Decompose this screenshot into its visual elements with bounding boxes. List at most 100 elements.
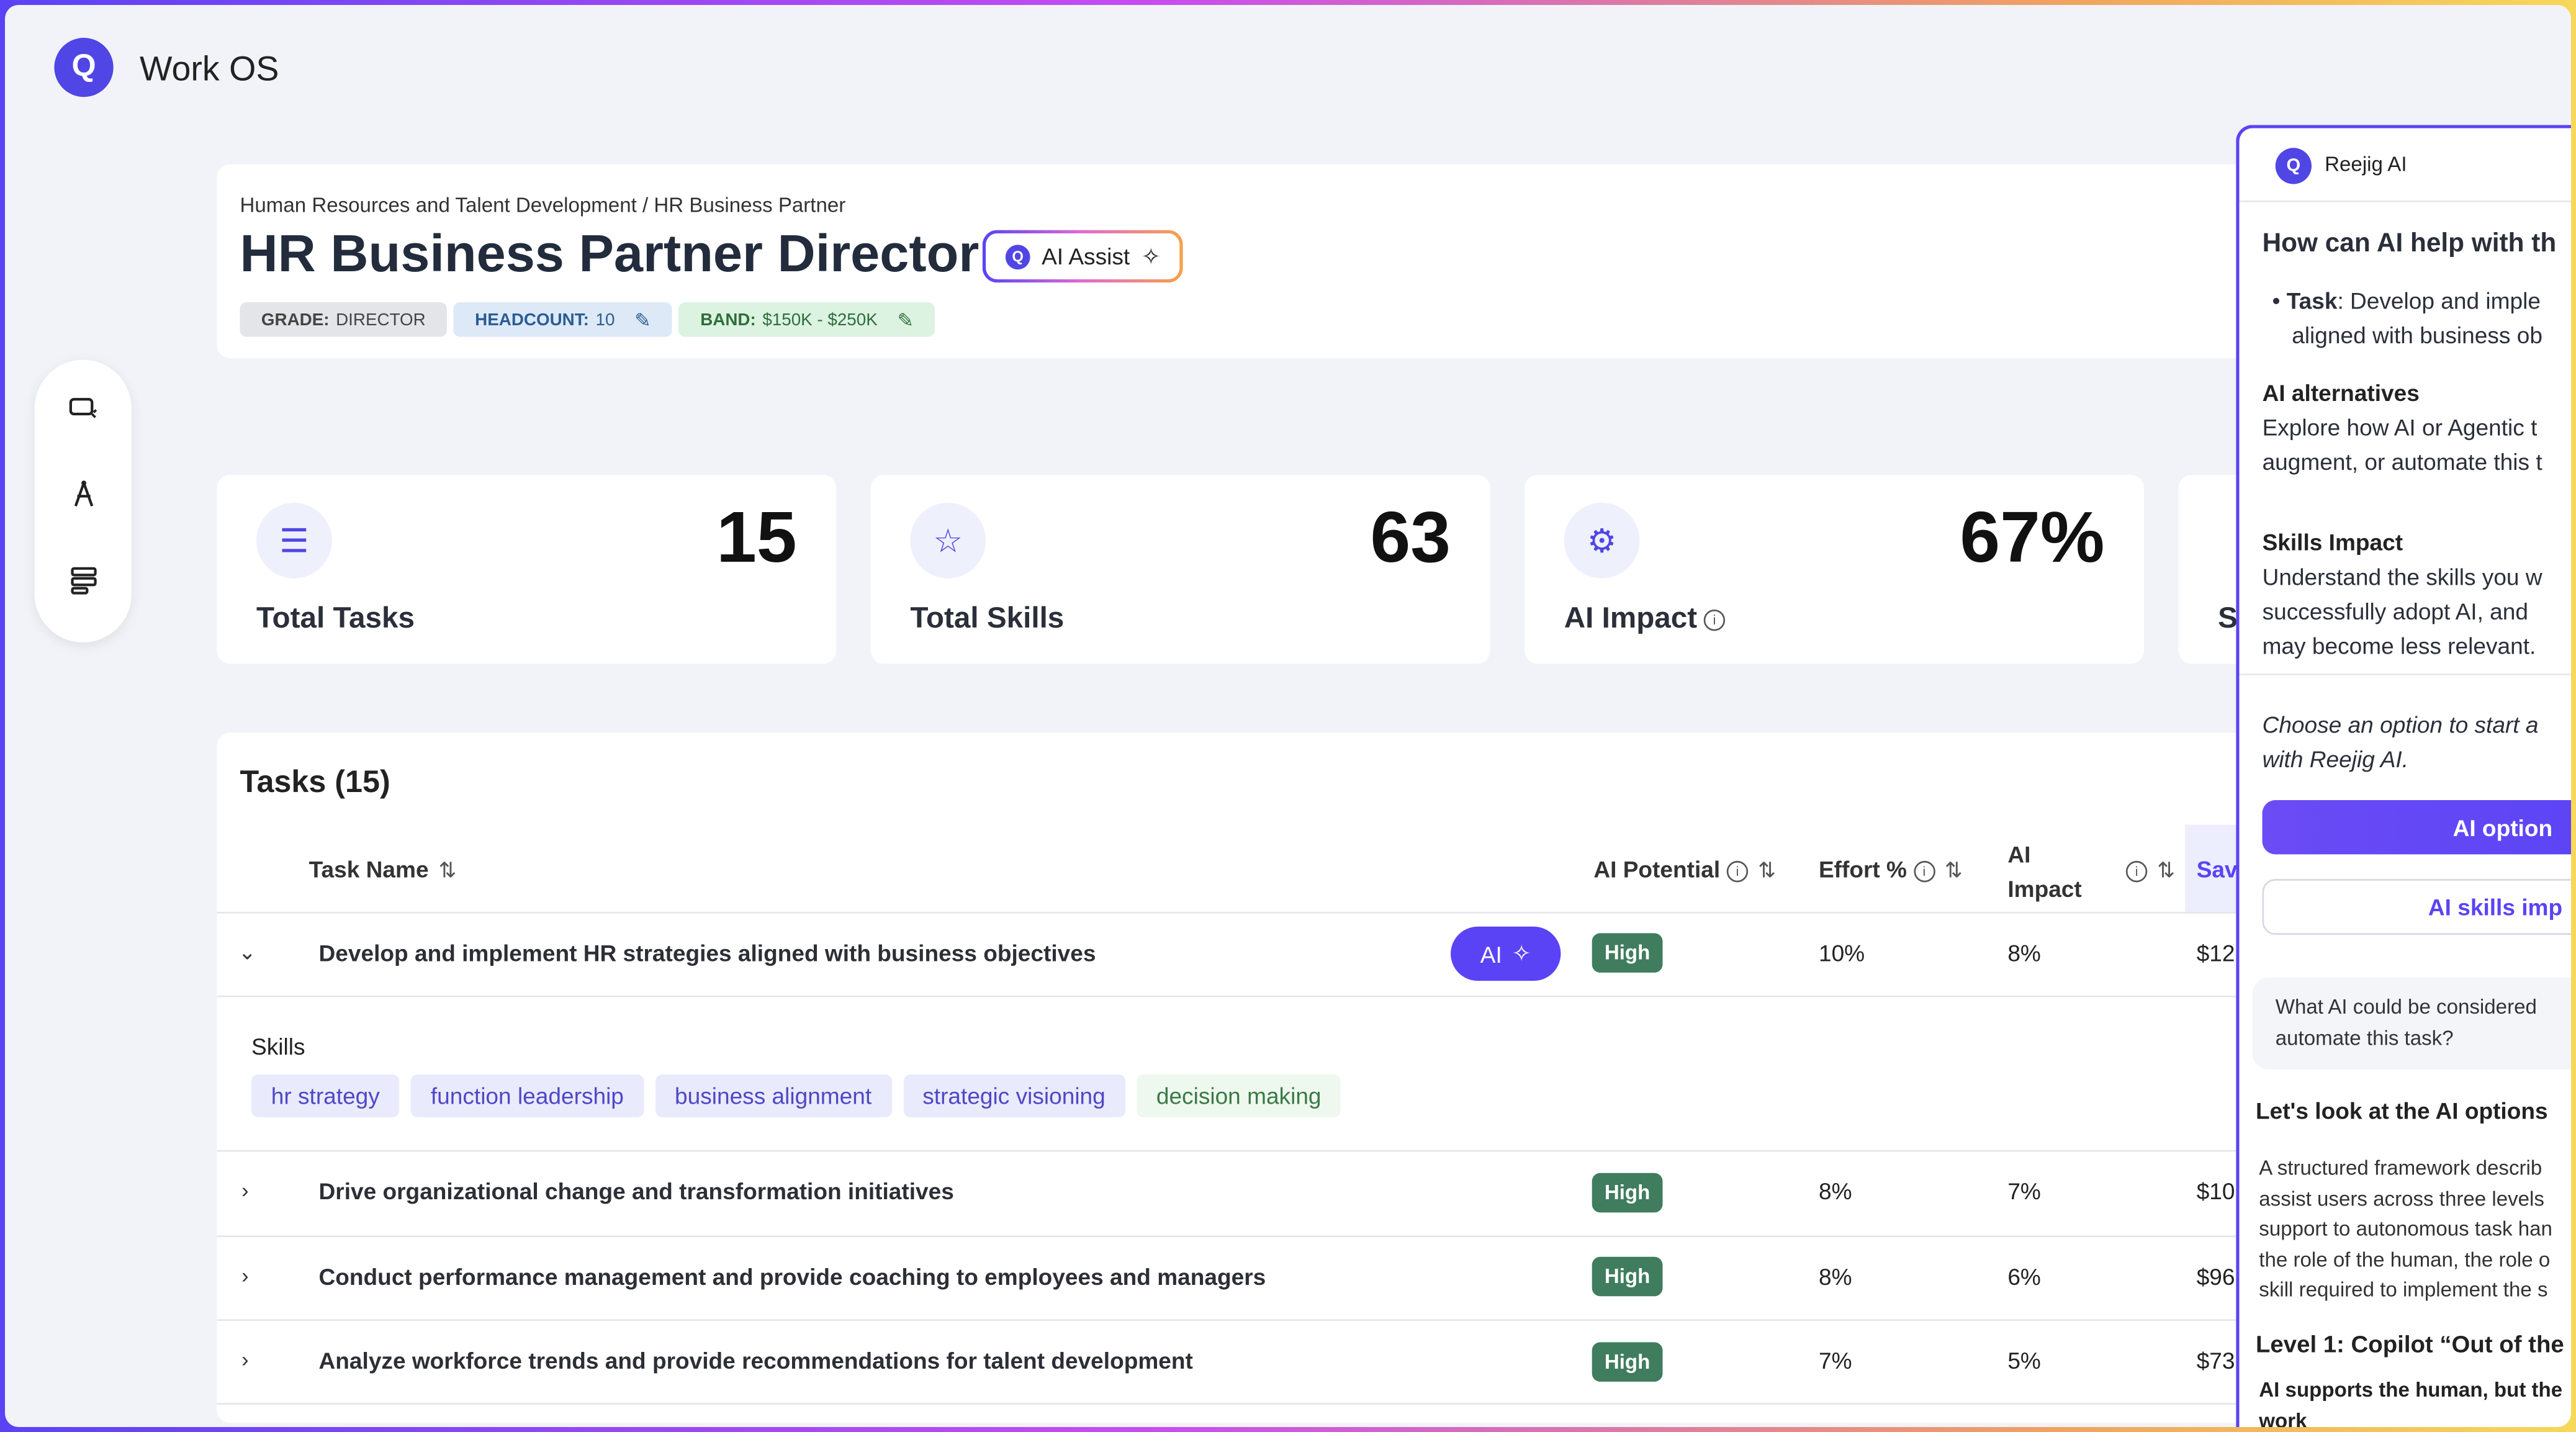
task-name[interactable]: Analyze workforce trends and provide rec…	[319, 1347, 1193, 1373]
edit-pencil-icon[interactable]: ✎	[634, 308, 651, 331]
task-name[interactable]: Conduct performance management and provi…	[319, 1263, 1266, 1289]
reejig-ai-panel: Q Reejig AI How can AI help with th • Ta…	[2236, 125, 2571, 1427]
app-logo[interactable]: Q	[54, 37, 114, 97]
app-frame: Q Work OS Human Resources and Talent Dev…	[5, 5, 2571, 1427]
ai-assist-label: AI Assist	[1042, 243, 1130, 270]
skill-chips: hr strategy function leadership business…	[251, 1074, 1341, 1117]
choose-option-text: Choose an option to start a with Reejig A…	[2262, 711, 2539, 773]
stat-value: 63	[1370, 498, 1451, 579]
column-task-name[interactable]: Task Name ⇅	[309, 856, 457, 884]
stat-value: 67%	[1960, 498, 2105, 579]
row-divider	[217, 1150, 2287, 1152]
headcount-tag: HEADCOUNT: 10 ✎	[453, 302, 673, 337]
impact-value: 8%	[2007, 939, 2041, 966]
chevron-right-icon[interactable]: ›	[241, 1263, 248, 1288]
skill-chip[interactable]: function leadership	[411, 1074, 644, 1117]
stat-value: 15	[716, 498, 797, 579]
column-effort[interactable]: Effort % i ⇅	[1819, 856, 1963, 884]
reejig-logo-icon: Q	[1005, 244, 1030, 269]
savings-value: $10	[2196, 1178, 2235, 1205]
stack-icon[interactable]	[35, 564, 132, 605]
panel-title: Reejig AI	[2325, 153, 2407, 176]
edit-pencil-icon[interactable]: ✎	[898, 308, 914, 331]
gear-icon: ⚙	[1564, 502, 1640, 579]
stat-label: S	[2218, 601, 2238, 634]
task-name[interactable]: Drive organizational change and transfor…	[319, 1178, 954, 1204]
chevron-right-icon[interactable]: ›	[241, 1178, 248, 1203]
row-divider	[217, 911, 2287, 914]
stat-label: Total Tasks	[256, 601, 415, 634]
panel-question: How can AI help with th	[2262, 230, 2557, 258]
row-divider	[217, 1403, 2287, 1405]
level-1-subtext: AI supports the human, but the work	[2259, 1378, 2563, 1427]
sort-icon[interactable]: ⇅	[2157, 858, 2175, 883]
skill-chip[interactable]: business alignment	[655, 1074, 891, 1117]
tasks-title: Tasks (15)	[240, 765, 390, 801]
sparkle-icon: ✧	[1511, 939, 1531, 966]
skill-chip[interactable]: strategic visioning	[903, 1074, 1125, 1117]
ai-options-button[interactable]: AI option	[2262, 800, 2571, 855]
job-tags: GRADE: DIRECTOR HEADCOUNT: 10 ✎ BAND: $150K …	[240, 302, 935, 337]
row-divider	[217, 1235, 2287, 1238]
chevron-right-icon[interactable]: ›	[241, 1347, 248, 1372]
effort-value: 10%	[1818, 939, 1865, 966]
column-ai-impact[interactable]: AI Impact	[2007, 838, 2081, 907]
chevron-down-icon[interactable]: ⌄	[238, 940, 256, 966]
stat-label: AI Impact i	[1564, 601, 1726, 636]
impact-value: 7%	[2007, 1178, 2041, 1205]
row-divider	[217, 1319, 2287, 1322]
ai-options-heading: Let's look at the AI options	[2255, 1097, 2548, 1124]
sort-icon[interactable]: ⇅	[1758, 858, 1776, 883]
column-savings[interactable]: Sav	[2197, 856, 2238, 882]
effort-value: 8%	[1818, 1263, 1852, 1290]
ai-assist-button[interactable]: Q AI Assist ✧	[983, 230, 1184, 283]
impact-value: 5%	[2007, 1347, 2041, 1374]
reejig-logo-icon: Q	[2275, 148, 2312, 184]
page-title: HR Business Partner Director	[240, 223, 980, 283]
grade-tag: GRADE: DIRECTOR	[240, 302, 448, 337]
info-icon[interactable]: i	[1703, 609, 1726, 631]
breadcrumb[interactable]: Human Resources and Talent Development /…	[240, 194, 845, 217]
info-icon[interactable]: i	[2125, 860, 2148, 882]
ai-potential-badge: High	[1592, 933, 1663, 973]
ai-skills-impact-button[interactable]: AI skills imp	[2262, 879, 2571, 935]
stat-label: Total Skills	[910, 601, 1065, 634]
ai-potential-badge: High	[1592, 1256, 1663, 1297]
band-tag: BAND: $150K - $250K ✎	[678, 302, 935, 337]
skill-chip[interactable]: decision making	[1137, 1074, 1341, 1117]
skills-label: Skills	[251, 1033, 305, 1060]
app-name: Work OS	[140, 51, 279, 89]
level-1-heading: Level 1: Copilot “Out of the	[2255, 1332, 2564, 1359]
impact-value: 6%	[2007, 1263, 2041, 1290]
ai-potential-badge: High	[1592, 1173, 1663, 1213]
task-name[interactable]: Develop and implement HR strategies alig…	[319, 940, 1096, 966]
stat-card-ai-impact: ⚙ 67% AI Impact i	[1524, 474, 2145, 664]
sort-icon[interactable]: ⇅	[438, 858, 456, 883]
savings-value: $73	[2196, 1347, 2235, 1374]
panel-divider	[2239, 673, 2571, 675]
stat-card-total-skills: ☆ 63 Total Skills	[870, 474, 1490, 664]
ai-alternatives-text: Explore how AI or Agentic t augment, or a…	[2262, 414, 2542, 475]
skills-impact-text: Understand the skills you w successfully …	[2262, 563, 2542, 659]
compass-icon[interactable]	[35, 478, 132, 519]
skills-impact-heading: Skills Impact	[2262, 529, 2403, 556]
column-ai-potential[interactable]: AI Potential i ⇅	[1593, 856, 1776, 884]
framework-paragraph: A structured framework describ assist use…	[2259, 1156, 2552, 1302]
ai-task-button[interactable]: AI ✧	[1451, 926, 1561, 981]
tasks-card: Tasks (15) Task Name ⇅ AI Potential i ⇅ Eff…	[217, 732, 2287, 1423]
effort-value: 7%	[1818, 1347, 1852, 1374]
user-message-text: What AI could be considered automate this…	[2275, 995, 2537, 1049]
info-icon[interactable]: i	[1726, 860, 1749, 882]
sparkle-icon: ✧	[1141, 242, 1161, 269]
stat-card-total-tasks: ☰ 15 Total Tasks	[217, 474, 837, 664]
chat-sparkle-icon[interactable]	[35, 393, 132, 434]
app-stage: Q Work OS Human Resources and Talent Dev…	[5, 5, 2571, 1427]
ai-alternatives-heading: AI alternatives	[2262, 379, 2420, 406]
panel-task-summary: • Task: Develop and imple aligned with b…	[2272, 287, 2542, 349]
column-ai-impact-controls[interactable]: i ⇅	[2119, 856, 2175, 884]
sort-icon[interactable]: ⇅	[1945, 858, 1963, 883]
user-message-bubble: What AI could be considered automate this…	[2252, 977, 2571, 1070]
skill-chip[interactable]: hr strategy	[251, 1074, 400, 1117]
ai-potential-badge: High	[1592, 1342, 1663, 1382]
info-icon[interactable]: i	[1913, 860, 1935, 882]
